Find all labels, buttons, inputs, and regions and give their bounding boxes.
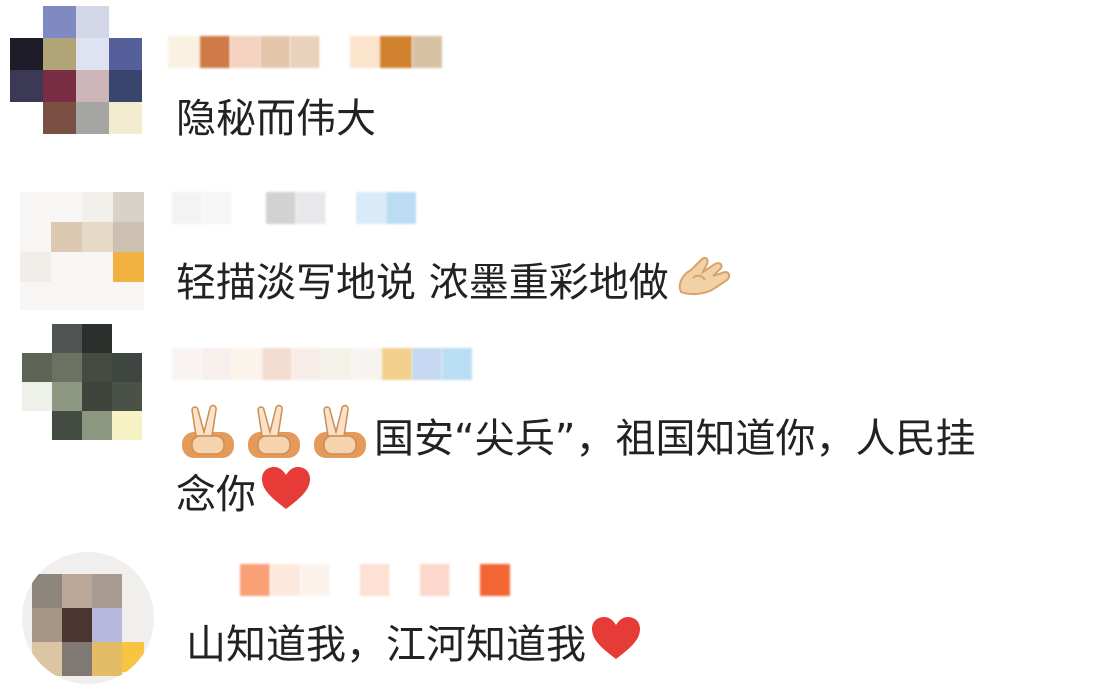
username[interactable] (172, 192, 416, 224)
ok-hand-icon (675, 254, 733, 316)
username[interactable] (210, 564, 510, 596)
comment-text: 轻描淡写地说 浓墨重彩地做 (176, 252, 733, 316)
comment-item: 轻描淡写地说 浓墨重彩地做 (0, 160, 1094, 320)
comment-item: 隐秘而伟大 (0, 0, 1094, 160)
heart-icon (260, 465, 312, 529)
comment-text-continued: 念你 (176, 464, 312, 529)
comment-text-content: 隐秘而伟大 (176, 96, 376, 142)
avatar[interactable] (20, 192, 144, 310)
avatar[interactable] (22, 324, 142, 440)
comment-text: 山知道我，江河知道我 (186, 614, 642, 679)
comment-text-content: 轻描淡写地说 浓墨重彩地做 (176, 260, 669, 306)
comment-item: 国安“尖兵”，祖国知道你，人民挂 念你 (0, 320, 1094, 540)
username[interactable] (168, 36, 442, 68)
avatar[interactable] (10, 6, 142, 134)
heart-icon (590, 615, 642, 679)
username[interactable] (172, 348, 472, 380)
comment-text: 隐秘而伟大 (176, 88, 376, 150)
comment-text-line2: 念你 (176, 472, 256, 518)
avatar[interactable] (22, 552, 154, 684)
comment-text-line1: 国安“尖兵”，祖国知道你，人民挂 (374, 416, 976, 462)
comment-item: 山知道我，江河知道我 (0, 540, 1094, 700)
comment-text-content: 山知道我，江河知道我 (186, 622, 586, 668)
